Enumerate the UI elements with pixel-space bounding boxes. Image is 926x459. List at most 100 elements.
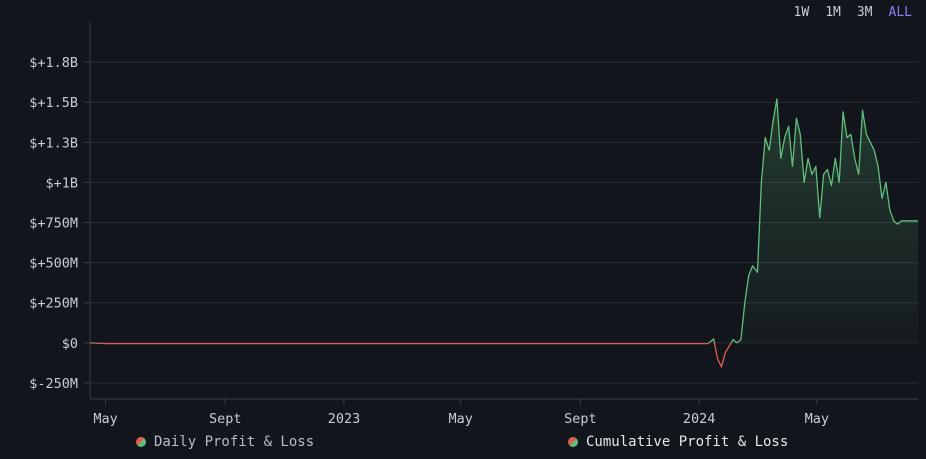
data-point (740, 339, 741, 340)
y-axis: $+1.8B $+1.5B $+1.3B $+1B $+750M $+500M $+250M… (29, 55, 78, 392)
data-point (839, 182, 840, 183)
data-point (460, 343, 461, 344)
data-point (827, 169, 828, 170)
x-tick-label: 2024 (683, 411, 716, 427)
data-point (580, 343, 581, 344)
y-tick-label: $+250M (29, 296, 78, 312)
data-point (842, 111, 843, 112)
data-point (885, 182, 886, 183)
data-point (343, 343, 344, 344)
data-point (910, 220, 911, 221)
cumulative-area (90, 99, 918, 343)
legend: Daily Profit & Loss Cumulative Profit & … (0, 434, 926, 454)
data-point (889, 209, 890, 210)
y-tick-label: $-250M (29, 376, 78, 392)
y-tick-label: $+1.8B (29, 55, 78, 71)
data-point (105, 343, 106, 344)
data-point (721, 366, 722, 367)
data-point (729, 345, 730, 346)
x-tick-label: May (805, 411, 829, 427)
data-point (744, 302, 745, 303)
data-point (752, 265, 753, 266)
x-tick-label: Sept (564, 411, 597, 427)
data-point (815, 166, 816, 167)
data-point (725, 352, 726, 353)
legend-daily-label: Daily Profit & Loss (154, 434, 315, 450)
data-point (490, 343, 491, 344)
data-point (788, 126, 789, 127)
data-point (668, 343, 669, 344)
legend-cumulative-pnl[interactable]: Cumulative Profit & Loss (568, 434, 788, 450)
data-point (519, 343, 520, 344)
data-point (811, 174, 812, 175)
data-point (757, 272, 758, 273)
pnl-chart: $+1.8B $+1.5B $+1.3B $+1B $+750M $+500M $+250M… (29, 22, 918, 427)
legend-daily-pnl[interactable]: Daily Profit & Loss (136, 434, 314, 450)
data-point (135, 343, 136, 344)
data-point (780, 158, 781, 159)
data-point (823, 174, 824, 175)
y-tick-label: $+1.3B (29, 135, 78, 151)
data-point (866, 134, 867, 135)
pnl-dot-icon (136, 437, 146, 447)
data-point (609, 343, 610, 344)
x-tick-label: May (93, 411, 117, 427)
data-point (917, 220, 918, 221)
data-point (431, 343, 432, 344)
data-point (858, 174, 859, 175)
data-point (854, 158, 855, 159)
data-point (870, 142, 871, 143)
data-point (717, 358, 718, 359)
data-point (769, 150, 770, 151)
y-tick-label: $+1B (45, 175, 78, 191)
data-point (164, 343, 165, 344)
data-point (831, 185, 832, 186)
data-point (284, 343, 285, 344)
data-point (639, 343, 640, 344)
data-point (374, 343, 375, 344)
y-tick-label: $+750M (29, 216, 78, 232)
y-tick-label: $+500M (29, 256, 78, 272)
x-axis: May Sept 2023 May Sept 2024 May (93, 411, 829, 427)
data-point (194, 343, 195, 344)
data-point (897, 224, 898, 225)
data-point (906, 220, 907, 221)
data-point (748, 275, 749, 276)
data-point (881, 198, 882, 199)
data-point (914, 220, 915, 221)
data-point (313, 343, 314, 344)
data-point (796, 118, 797, 119)
data-point (550, 343, 551, 344)
data-point (89, 342, 90, 343)
data-point (225, 343, 226, 344)
data-point (807, 158, 808, 159)
data-point (819, 217, 820, 218)
pnl-chart-panel: 1W 1M 3M ALL $+1.8B $+1.5B $+1.3B $+1B $+750… (0, 0, 926, 459)
data-point (874, 150, 875, 151)
data-point (254, 343, 255, 344)
data-point (850, 134, 851, 135)
data-point (401, 343, 402, 344)
data-point (784, 137, 785, 138)
data-point (893, 220, 894, 221)
pnl-dot-icon (568, 437, 578, 447)
data-point (800, 134, 801, 135)
data-point (765, 137, 766, 138)
legend-cumulative-label: Cumulative Profit & Loss (586, 434, 789, 450)
data-point (792, 166, 793, 167)
data-point (862, 110, 863, 111)
y-tick-label: $+1.5B (29, 95, 78, 111)
x-tick-label: 2023 (328, 411, 361, 427)
data-point (736, 342, 737, 343)
data-point (901, 220, 902, 221)
x-tick-label: Sept (209, 411, 242, 427)
data-point (713, 338, 714, 339)
y-tick-label: $0 (62, 336, 78, 352)
data-point (804, 182, 805, 183)
data-point (772, 121, 773, 122)
data-point (707, 343, 708, 344)
data-point (846, 137, 847, 138)
data-point (835, 158, 836, 159)
area-fill (90, 99, 918, 343)
data-point (733, 339, 734, 340)
